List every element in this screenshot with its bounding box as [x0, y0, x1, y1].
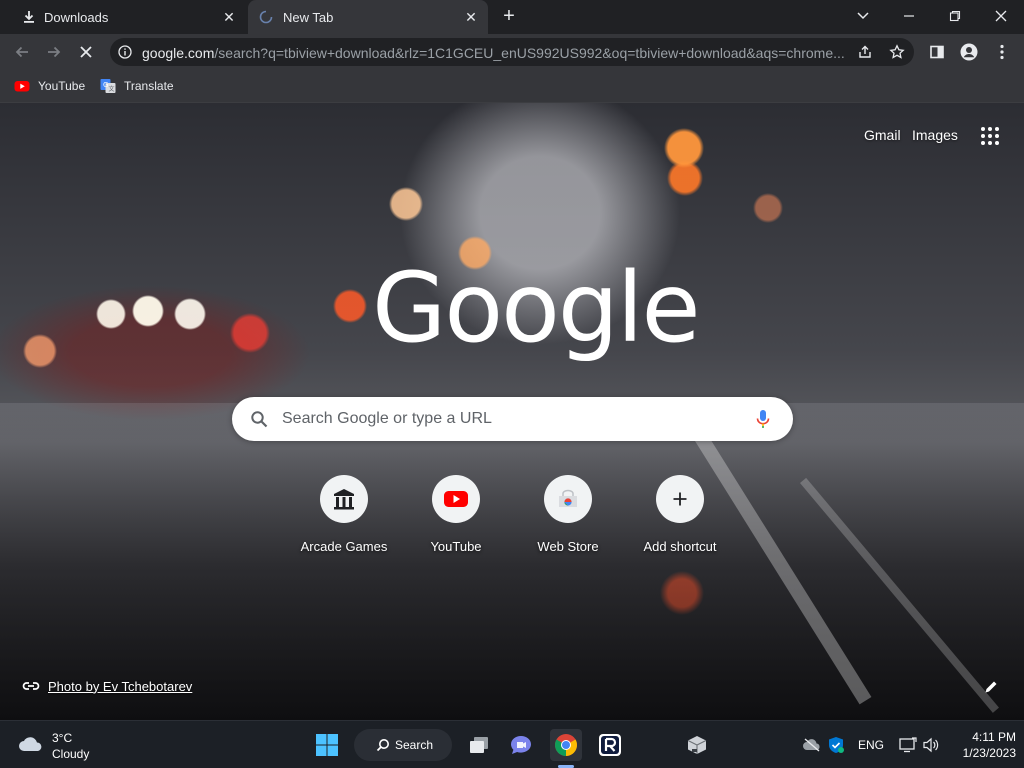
shortcut-youtube[interactable]: YouTube [400, 473, 512, 563]
tab-search-chevron-icon[interactable] [850, 4, 876, 28]
gmail-link[interactable]: Gmail [864, 127, 901, 143]
taskbar-search-button[interactable]: Search [354, 729, 452, 761]
shortcut-label: Add shortcut [643, 539, 717, 554]
bookmark-label: Translate [124, 79, 174, 93]
customize-pencil-icon[interactable] [983, 679, 1001, 697]
bookmarks-bar: YouTube G文 Translate [0, 70, 1024, 103]
shortcut-label: Web Store [537, 539, 599, 554]
minimize-icon[interactable] [896, 4, 922, 28]
url-text[interactable]: google.com/search?q=tbiview+download&rlz… [142, 45, 848, 61]
translate-icon: G文 [100, 78, 116, 94]
chrome-taskbar-icon[interactable] [550, 729, 582, 761]
shortcut-add[interactable]: Add shortcut [624, 473, 736, 563]
link-icon [22, 680, 40, 692]
download-icon [22, 10, 36, 24]
profile-avatar-icon[interactable] [959, 42, 979, 62]
volume-icon[interactable] [921, 735, 941, 755]
bookmark-translate[interactable]: G文 Translate [100, 77, 174, 95]
loading-spinner-icon [259, 10, 273, 24]
google-logo: Google [372, 252, 701, 364]
teams-chat-icon[interactable] [505, 729, 537, 761]
tab-title: Downloads [44, 10, 109, 25]
images-link[interactable]: Images [912, 127, 958, 143]
new-tab-page: Gmail Images Google Arcade Games YouTube… [0, 103, 1024, 720]
shortcut-label: YouTube [430, 539, 482, 554]
taskbar-clock[interactable]: 4:11 PM 1/23/2023 [950, 729, 1016, 761]
weather-condition: Cloudy [52, 747, 90, 761]
network-offline-icon[interactable] [802, 735, 822, 755]
restore-icon[interactable] [942, 4, 968, 28]
attribution-text: Photo by Ev Tchebotarev [48, 678, 193, 694]
clock-time: 4:11 PM [972, 730, 1016, 744]
close-window-icon[interactable] [988, 4, 1014, 28]
search-icon [376, 738, 390, 752]
new-tab-button[interactable]: + [498, 6, 520, 28]
ntp-search-box[interactable] [232, 397, 793, 441]
close-tab-icon[interactable]: ✕ [220, 8, 238, 26]
youtube-icon [432, 475, 480, 523]
back-arrow-icon[interactable] [10, 40, 34, 64]
search-input[interactable] [282, 408, 742, 430]
stop-loading-icon[interactable] [74, 40, 98, 64]
share-icon[interactable] [856, 43, 874, 61]
search-icon [250, 410, 268, 428]
bookmark-youtube[interactable]: YouTube [14, 77, 85, 95]
weather-temperature: 3°C [52, 731, 73, 745]
url-path: /search?q=tbiview+download&rlz=1C1GCEU_e… [214, 45, 845, 61]
more-menu-icon[interactable] [992, 42, 1012, 62]
clock-date: 1/23/2023 [962, 746, 1016, 760]
r-app-icon[interactable] [594, 729, 626, 761]
voice-search-mic-icon[interactable] [753, 408, 773, 430]
site-info-icon[interactable] [118, 45, 132, 59]
shortcut-arcade-games[interactable]: Arcade Games [288, 473, 400, 563]
photo-attribution-link[interactable]: Photo by Ev Tchebotarev [22, 677, 192, 695]
plus-icon [656, 475, 704, 523]
package-app-icon[interactable] [681, 729, 713, 761]
cloud-icon [18, 735, 44, 753]
bookmark-star-icon[interactable] [888, 43, 906, 61]
google-apps-grid-icon[interactable] [979, 125, 1001, 147]
browser-toolbar: google.com/search?q=tbiview+download&rlz… [0, 34, 1024, 70]
language-indicator[interactable]: ENG [858, 738, 884, 752]
tab-downloads[interactable]: Downloads ✕ [0, 0, 246, 34]
shortcut-label: Arcade Games [300, 539, 388, 554]
security-shield-icon[interactable] [826, 735, 846, 755]
arcade-games-icon [320, 475, 368, 523]
close-tab-icon[interactable]: ✕ [462, 8, 480, 26]
url-host: google.com [142, 45, 215, 61]
tab-new-tab[interactable]: New Tab ✕ [248, 0, 488, 34]
start-windows-icon[interactable] [311, 729, 343, 761]
svg-text:文: 文 [109, 85, 115, 93]
web-store-icon [544, 475, 592, 523]
youtube-icon [14, 78, 30, 94]
task-view-icon[interactable] [463, 729, 495, 761]
address-bar[interactable]: google.com/search?q=tbiview+download&rlz… [110, 38, 914, 66]
tab-title: New Tab [283, 10, 334, 25]
forward-arrow-icon[interactable] [42, 40, 66, 64]
windows-taskbar: 3°C Cloudy Search ENG 4:11 PM 1/23/2023 [0, 720, 1024, 768]
taskbar-search-label: Search [395, 738, 434, 752]
shortcut-web-store[interactable]: Web Store [512, 473, 624, 563]
bookmark-label: YouTube [38, 79, 86, 93]
display-icon[interactable] [898, 735, 918, 755]
tab-strip: Downloads ✕ New Tab ✕ + [0, 0, 1024, 34]
side-panel-icon[interactable] [927, 42, 947, 62]
